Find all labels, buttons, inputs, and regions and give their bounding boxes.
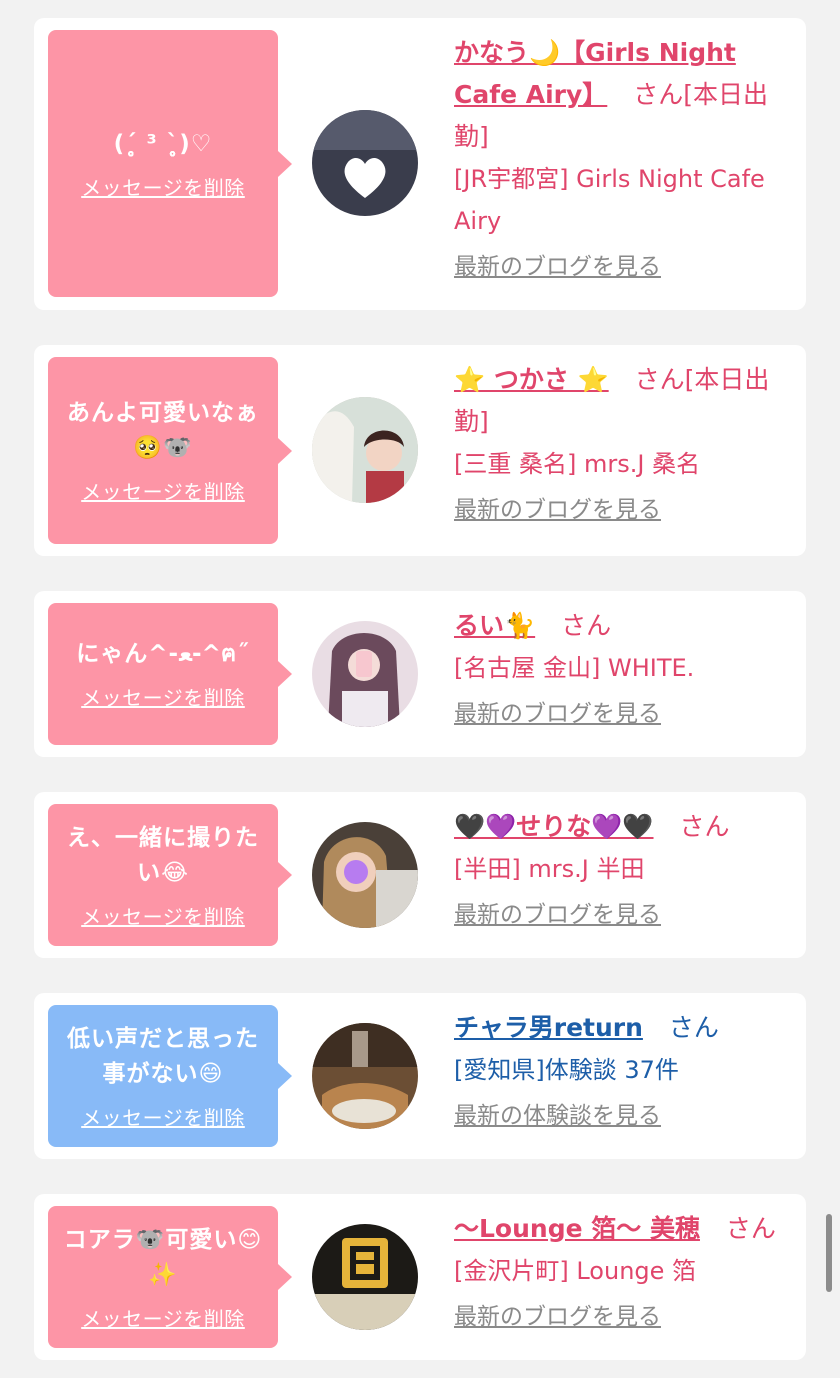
avatar[interactable]: [312, 110, 418, 216]
profile-info: 🖤💜せりな💜🖤 さん [半田] mrs.J 半田 最新のブログを見る: [454, 806, 794, 932]
message-text: 低い声だと思った事がない😄: [67, 1025, 259, 1087]
honorific: さん: [634, 365, 685, 394]
message-card: え、一緒に撮りたい😂 メッセージを削除 🖤💜せりな💜🖤 さん [半田] mrs.…: [34, 792, 806, 958]
avatar[interactable]: [312, 621, 418, 727]
profile-info: ⭐️ つかさ ⭐️ さん[本日出勤] [三重 桑名] mrs.J 桑名 最新のブ…: [454, 359, 794, 527]
girl-name-link[interactable]: 🖤💜せりな💜🖤: [454, 812, 654, 841]
message-bubble: (ˊ̥̥̥̥̥ ³ ˋ̥̥̥̥̥)♡ メッセージを削除: [48, 30, 292, 297]
shop-info: [名古屋 金山] WHITE.: [454, 654, 695, 682]
avatar[interactable]: [312, 397, 418, 503]
message-text: にゃん^-ﻌ-^ฅ˝: [76, 641, 250, 667]
user-name-link[interactable]: チャラ男return: [454, 1013, 643, 1042]
latest-blog-link[interactable]: 最新のブログを見る: [454, 697, 661, 731]
shop-info: [金沢片町] Lounge 箔: [454, 1257, 697, 1285]
avatar-photo-icon: [312, 822, 418, 928]
profile-info: 〜Lounge 箔〜 美穂 さん [金沢片町] Lounge 箔 最新のブログを…: [454, 1208, 794, 1334]
shop-info: [三重 桑名] mrs.J 桑名: [454, 450, 701, 478]
girl-name-link[interactable]: 〜Lounge 箔〜 美穂: [454, 1214, 700, 1243]
delete-message-link[interactable]: メッセージを削除: [81, 1102, 245, 1131]
avatar[interactable]: [312, 1023, 418, 1129]
avatar-photo-icon: [312, 110, 418, 216]
latest-blog-link[interactable]: 最新のブログを見る: [454, 493, 661, 527]
message-card: あんよ可愛いなぁ🥺🐨 メッセージを削除 ⭐️ つかさ ⭐️ さん[本日出勤] […: [34, 345, 806, 556]
message-card: 低い声だと思った事がない😄 メッセージを削除 チャラ男return さん [愛知…: [34, 993, 806, 1159]
message-card: にゃん^-ﻌ-^ฅ˝ メッセージを削除 るい🐈 さん [名古屋 金山] WHIT…: [34, 591, 806, 757]
scrollbar[interactable]: [826, 1214, 832, 1292]
delete-message-link[interactable]: メッセージを削除: [81, 172, 245, 201]
message-bubble: にゃん^-ﻌ-^ฅ˝ メッセージを削除: [48, 603, 292, 745]
message-bubble: 低い声だと思った事がない😄 メッセージを削除: [48, 1005, 292, 1147]
girl-name-link[interactable]: るい🐈: [454, 611, 535, 640]
message-card: (ˊ̥̥̥̥̥ ³ ˋ̥̥̥̥̥)♡ メッセージを削除 かなう🌙【Girls N…: [34, 18, 806, 310]
honorific: さん: [679, 812, 730, 841]
delete-message-link[interactable]: メッセージを削除: [81, 476, 245, 505]
latest-blog-link[interactable]: 最新のブログを見る: [454, 898, 661, 932]
profile-info: チャラ男return さん [愛知県]体験談 37件 最新の体験談を見る: [454, 1007, 794, 1133]
shop-info: [半田] mrs.J 半田: [454, 855, 645, 883]
message-bubble: コアラ🐨可愛い😊✨ メッセージを削除: [48, 1206, 292, 1348]
avatar[interactable]: [312, 822, 418, 928]
message-bubble: え、一緒に撮りたい😂 メッセージを削除: [48, 804, 292, 946]
message-text: あんよ可愛いなぁ🥺🐨: [67, 400, 259, 461]
avatar-photo-icon: [312, 397, 418, 503]
latest-blog-link[interactable]: 最新のブログを見る: [454, 250, 661, 284]
delete-message-link[interactable]: メッセージを削除: [81, 682, 245, 711]
avatar-photo-icon: [312, 1023, 418, 1129]
message-text: (ˊ̥̥̥̥̥ ³ ˋ̥̥̥̥̥)♡: [113, 130, 213, 157]
honorific: さん: [668, 1013, 719, 1042]
honorific: さん: [561, 611, 612, 640]
honorific: さん: [633, 80, 684, 109]
delete-message-link[interactable]: メッセージを削除: [81, 1303, 245, 1332]
message-text: え、一緒に撮りたい😂: [67, 824, 259, 886]
avatar-photo-icon: [312, 1224, 418, 1330]
message-card: コアラ🐨可愛い😊✨ メッセージを削除 〜Lounge 箔〜 美穂 さん [金沢片…: [34, 1194, 806, 1360]
avatar[interactable]: [312, 1224, 418, 1330]
avatar-photo-icon: [312, 621, 418, 727]
latest-blog-link[interactable]: 最新のブログを見る: [454, 1300, 661, 1334]
profile-info: かなう🌙【Girls Night Cafe Airy】 さん[本日出勤] [JR…: [454, 32, 794, 284]
honorific: さん: [725, 1214, 776, 1243]
profile-info: るい🐈 さん [名古屋 金山] WHITE. 最新のブログを見る: [454, 605, 794, 731]
message-bubble: あんよ可愛いなぁ🥺🐨 メッセージを削除: [48, 357, 292, 544]
shop-info: [JR宇都宮] Girls Night Cafe Airy: [454, 165, 765, 235]
latest-review-link[interactable]: 最新の体験談を見る: [454, 1099, 661, 1133]
message-text: コアラ🐨可愛い😊✨: [63, 1226, 263, 1288]
review-info: [愛知県]体験談 37件: [454, 1056, 679, 1084]
delete-message-link[interactable]: メッセージを削除: [81, 901, 245, 930]
girl-name-link[interactable]: ⭐️ つかさ ⭐️: [454, 365, 609, 394]
